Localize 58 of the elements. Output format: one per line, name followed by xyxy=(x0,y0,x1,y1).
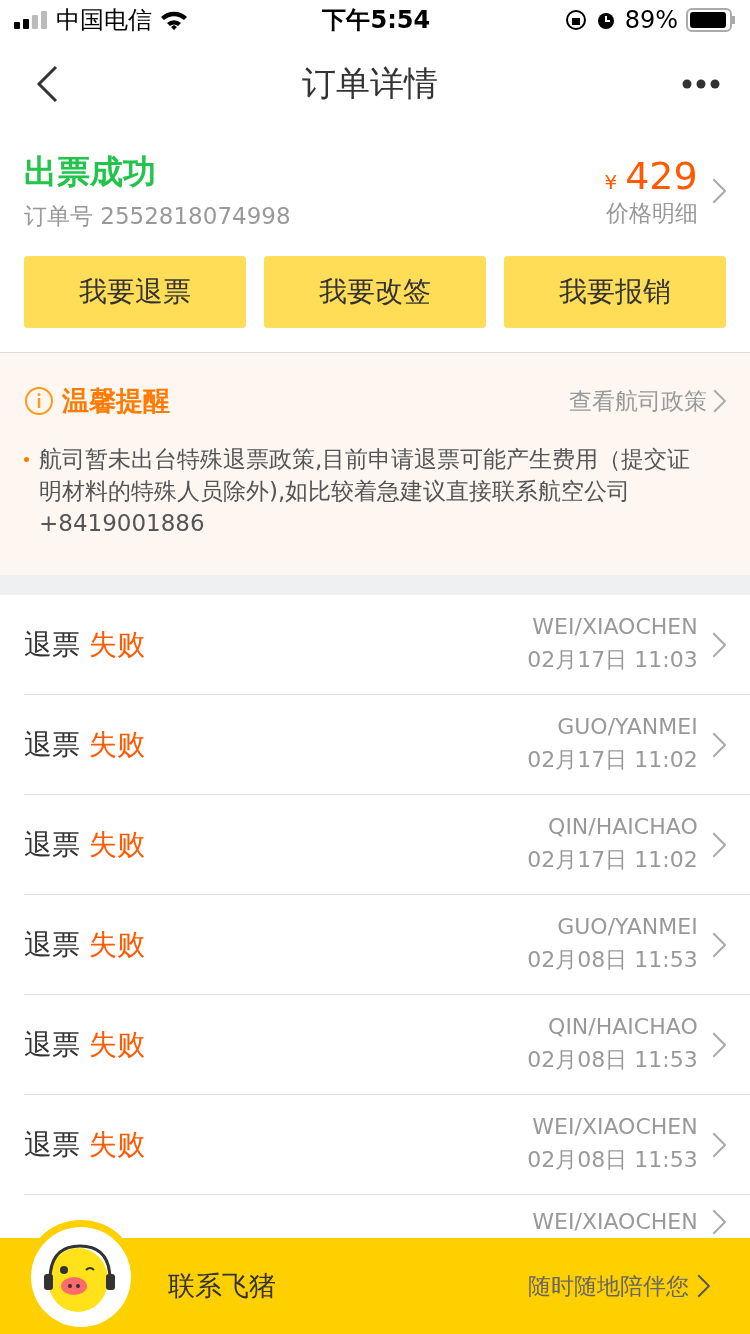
refund-status: 退票 失败 xyxy=(24,1126,145,1163)
info-icon xyxy=(24,386,54,416)
chevron-icon xyxy=(711,1209,726,1235)
passenger-name: QIN/HAICHAO xyxy=(548,814,698,839)
refund-status: 退票 失败 xyxy=(24,626,145,663)
refund-row[interactable]: 退票 失败 GUO/YANMEI 02月08日 11:53 xyxy=(24,895,750,995)
chevron-icon xyxy=(696,1274,710,1298)
refund-status: 退票 失败 xyxy=(24,726,145,763)
action-button[interactable]: 我要改签 xyxy=(264,256,486,328)
more-icon[interactable] xyxy=(682,79,720,89)
chevron-icon xyxy=(711,831,726,858)
refund-status: 退票 失败 xyxy=(24,1026,145,1063)
carrier-name: 中国电信 xyxy=(56,5,152,36)
signal-icon xyxy=(14,11,48,29)
refund-row[interactable]: 退票 失败 QIN/HAICHAO 02月17日 11:02 xyxy=(24,795,750,895)
refund-time: 02月08日 11:53 xyxy=(527,1046,698,1074)
refund-time: 02月17日 11:03 xyxy=(527,646,698,674)
refund-status: 退票 失败 xyxy=(24,826,145,863)
currency-sign: ¥ xyxy=(604,169,618,194)
refund-time: 02月17日 11:02 xyxy=(527,746,698,774)
status-time: 下午5:54 xyxy=(322,5,431,36)
wifi-icon xyxy=(160,10,188,30)
refund-time: 02月17日 11:02 xyxy=(527,846,698,874)
page-title: 订单详情 xyxy=(302,62,438,105)
action-button[interactable]: 我要退票 xyxy=(24,256,246,328)
passenger-name: GUO/YANMEI xyxy=(557,914,698,939)
bullet-icon xyxy=(24,457,29,462)
notice-text: 航司暂未出台特殊退票政策,目前申请退票可能产生费用（提交证明材料的特殊人员除外),如比较着急建议直接联系航空公司+8419001886 xyxy=(39,445,692,538)
chevron-icon xyxy=(711,731,726,758)
contact-hint[interactable]: 随时随地陪伴您 xyxy=(527,1270,710,1302)
chevron-icon xyxy=(712,389,726,413)
battery-percent: 89% xyxy=(624,6,678,34)
passenger-name: QIN/HAICHAO xyxy=(548,1014,698,1039)
contact-label: 联系飞猪 xyxy=(168,1269,276,1303)
passenger-name: GUO/YANMEI xyxy=(557,714,698,739)
action-button[interactable]: 我要报销 xyxy=(504,256,726,328)
refund-time: 02月08日 11:53 xyxy=(527,946,698,974)
ticket-status: 出票成功 xyxy=(24,151,157,193)
refund-row[interactable]: 退票 失败 WEI/XIAOCHEN 02月08日 11:53 xyxy=(24,1095,750,1195)
passenger-name: WEI/XIAOCHEN xyxy=(532,1209,698,1234)
order-number: 订单号 2552818074998 xyxy=(24,202,291,231)
battery-icon xyxy=(686,8,736,32)
chevron-icon xyxy=(711,178,726,204)
refund-row[interactable]: 退票 失败 QIN/HAICHAO 02月08日 11:53 xyxy=(24,995,750,1095)
passenger-name: WEI/XIAOCHEN xyxy=(532,1114,698,1139)
chevron-icon xyxy=(711,1131,726,1158)
chevron-icon xyxy=(711,931,726,958)
refund-row[interactable]: 退票 失败 WEI/XIAOCHEN 02月17日 11:03 xyxy=(24,595,750,695)
refund-status: 退票 失败 xyxy=(24,926,145,963)
chevron-icon xyxy=(711,1031,726,1058)
refund-time: 02月08日 11:53 xyxy=(527,1146,698,1174)
notice-title: 温馨提醒 xyxy=(62,384,170,418)
rotation-lock-icon xyxy=(564,9,587,31)
refund-row[interactable]: 退票 失败 GUO/YANMEI 02月17日 11:02 xyxy=(24,695,750,795)
passenger-name: WEI/XIAOCHEN xyxy=(532,614,698,639)
price-amount: 429 xyxy=(625,153,698,198)
back-icon[interactable] xyxy=(36,65,58,103)
chevron-icon xyxy=(711,631,726,658)
